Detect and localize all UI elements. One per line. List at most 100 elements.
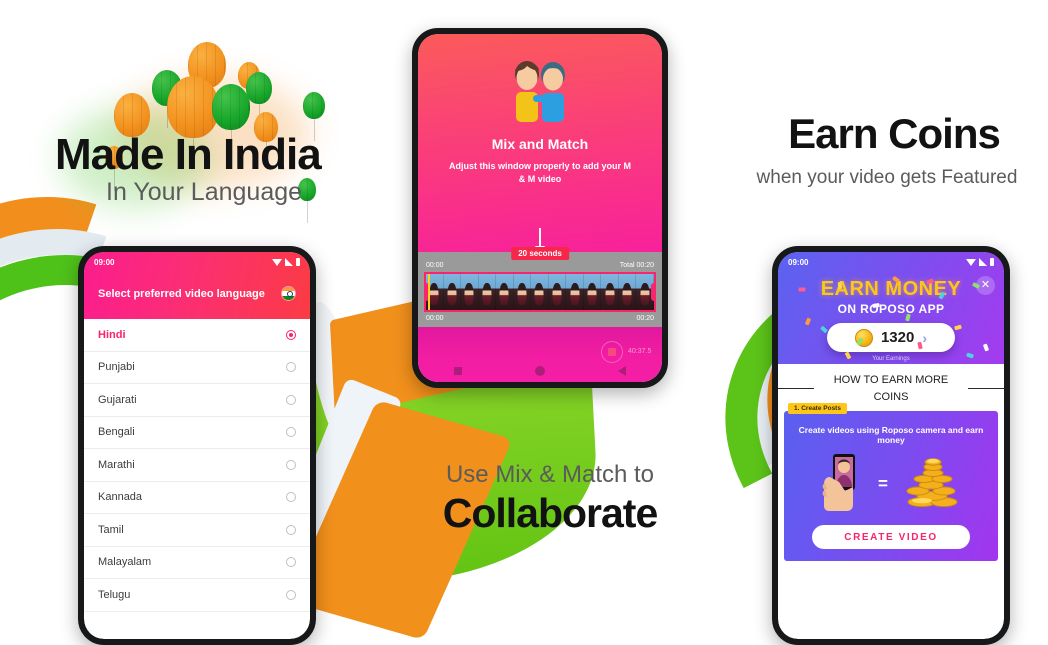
language-row[interactable]: Punjabi	[84, 352, 310, 384]
back-triangle-icon[interactable]	[617, 366, 626, 376]
coin-stack-icon	[904, 457, 960, 512]
phone-in-hand-icon	[822, 453, 862, 516]
earn-money-subtitle: ON ROPOSO APP	[837, 302, 945, 316]
language-radio[interactable]	[286, 524, 296, 535]
language-title-row: Select preferred video language	[84, 272, 310, 307]
filmstrip-frame	[601, 274, 619, 310]
confetti-piece	[798, 287, 806, 292]
filmstrip-frame	[531, 274, 549, 310]
timeline-bottom-times: 00:00 00:20	[424, 312, 656, 325]
language-radio[interactable]	[286, 427, 296, 438]
language-row[interactable]: Gujarati	[84, 384, 310, 417]
language-row[interactable]: Kannada	[84, 482, 310, 514]
phone1-screen: 09:00 Select preferred video language Hi…	[84, 252, 310, 639]
language-radio[interactable]	[286, 492, 296, 503]
earn-coins-title: Earn Coins	[788, 110, 1001, 157]
language-radio[interactable]	[286, 589, 296, 600]
arrow-down-icon	[539, 228, 541, 248]
language-header: 09:00 Select preferred video language	[84, 252, 310, 319]
filmstrip-frame	[513, 274, 532, 310]
language-row[interactable]: Bengali	[84, 417, 310, 449]
record-stop-icon[interactable]	[601, 341, 623, 363]
wifi-icon	[272, 258, 282, 266]
timeline-top-times: 00:00 Total 00:20	[424, 262, 656, 272]
square-icon[interactable]	[454, 367, 463, 375]
signal-icon	[979, 258, 987, 266]
create-posts-card: 1. Create Posts Create videos using Ropo…	[784, 403, 998, 561]
timeline-cursor[interactable]	[428, 274, 430, 310]
language-list[interactable]: Hindi Punjabi Gujarati Bengali Marathi Kannad…	[84, 319, 310, 612]
mix-match-instruction: Adjust this window properly to add your …	[449, 161, 631, 185]
language-row[interactable]: Marathi	[84, 449, 310, 482]
wifi-icon	[966, 258, 976, 266]
chevron-right-icon[interactable]: ›	[922, 330, 927, 346]
status-bar: 09:00	[84, 252, 310, 272]
signal-icon	[285, 258, 293, 266]
language-row[interactable]: Hindi	[84, 319, 310, 352]
filmstrip-frame	[478, 274, 497, 310]
collaborate-title: Collaborate	[442, 490, 659, 536]
card-step-badge: 1. Create Posts	[788, 403, 847, 414]
language-name: Tamil	[98, 523, 124, 536]
create-video-button[interactable]: CREATE VIDEO	[812, 525, 970, 549]
phone-earn-money: 09:00 ✕ EARN MONEY ON ROPOSO APP 1320 › …	[772, 246, 1010, 645]
timeline-total-label: Total 00:20	[619, 262, 654, 269]
trim-handle-right[interactable]	[651, 283, 654, 301]
timeline-bottom-start: 00:00	[426, 315, 444, 322]
language-row[interactable]: Telugu	[84, 579, 310, 612]
language-radio[interactable]	[286, 459, 296, 470]
earn-money-hero: 09:00 ✕ EARN MONEY ON ROPOSO APP 1320 › …	[778, 252, 1004, 364]
language-radio[interactable]	[286, 394, 296, 405]
phone-mix-and-match: Mix and Match Adjust this window properl…	[412, 28, 668, 388]
camera-controls-area: 40:37.5	[418, 327, 662, 382]
language-row[interactable]: Malayalam	[84, 547, 310, 579]
balloon-green	[303, 92, 325, 141]
duration-badge: 20 seconds	[511, 247, 569, 260]
confetti-piece	[954, 324, 962, 331]
language-radio[interactable]	[286, 329, 296, 340]
confetti-piece	[804, 317, 812, 326]
status-icons	[966, 258, 994, 266]
android-nav-bar[interactable]	[418, 366, 662, 376]
language-row[interactable]: Tamil	[84, 514, 310, 547]
phone2-screen: Mix and Match Adjust this window properl…	[418, 34, 662, 382]
couple-icon	[503, 58, 577, 122]
language-name: Telugu	[98, 588, 131, 601]
language-name: Hindi	[98, 328, 126, 341]
language-radio[interactable]	[286, 557, 296, 568]
filmstrip-frame	[583, 274, 602, 310]
balloon-green	[246, 72, 272, 126]
collaborate-subtitle: Use Mix & Match to	[445, 461, 655, 488]
record-control[interactable]: 40:37.5	[601, 341, 652, 363]
language-name: Gujarati	[98, 393, 137, 406]
timeline-start-time: 00:00	[426, 262, 444, 269]
video-timeline[interactable]: 00:00 Total 00:20 00:00 00:20	[418, 252, 662, 327]
confetti-piece	[905, 313, 911, 322]
circle-icon[interactable]	[534, 366, 545, 376]
made-in-india-title: Made In India	[55, 130, 322, 179]
filmstrip-frame	[548, 274, 567, 310]
battery-icon	[990, 258, 994, 266]
divider-left	[778, 388, 815, 389]
card-description: Create videos using Roposo camera and ea…	[798, 425, 984, 445]
language-radio[interactable]	[286, 362, 296, 373]
recorder-time: 40:37.5	[628, 347, 652, 355]
filmstrip[interactable]	[424, 272, 656, 312]
language-name: Malayalam	[98, 556, 152, 569]
earn-money-title: EARN MONEY	[820, 278, 962, 300]
balloon-green	[212, 84, 250, 152]
earn-coins-subtitle: when your video gets Featured	[756, 167, 1018, 188]
coin-balance-pill[interactable]: 1320 ›	[827, 323, 955, 352]
filmstrip-frame	[618, 274, 637, 310]
filmstrip-frame	[566, 274, 584, 310]
language-header-title: Select preferred video language	[98, 287, 265, 300]
status-icons	[272, 258, 300, 266]
status-bar: 09:00	[778, 252, 1004, 272]
equals-symbol: =	[878, 474, 888, 493]
battery-icon	[296, 258, 300, 266]
language-name: Punjabi	[98, 361, 135, 374]
status-time: 09:00	[94, 257, 115, 267]
phone-language-selection: 09:00 Select preferred video language Hi…	[78, 246, 316, 645]
how-to-earn-heading: HOW TO EARN MORE COINS	[833, 374, 949, 403]
india-flag-icon	[281, 286, 296, 301]
